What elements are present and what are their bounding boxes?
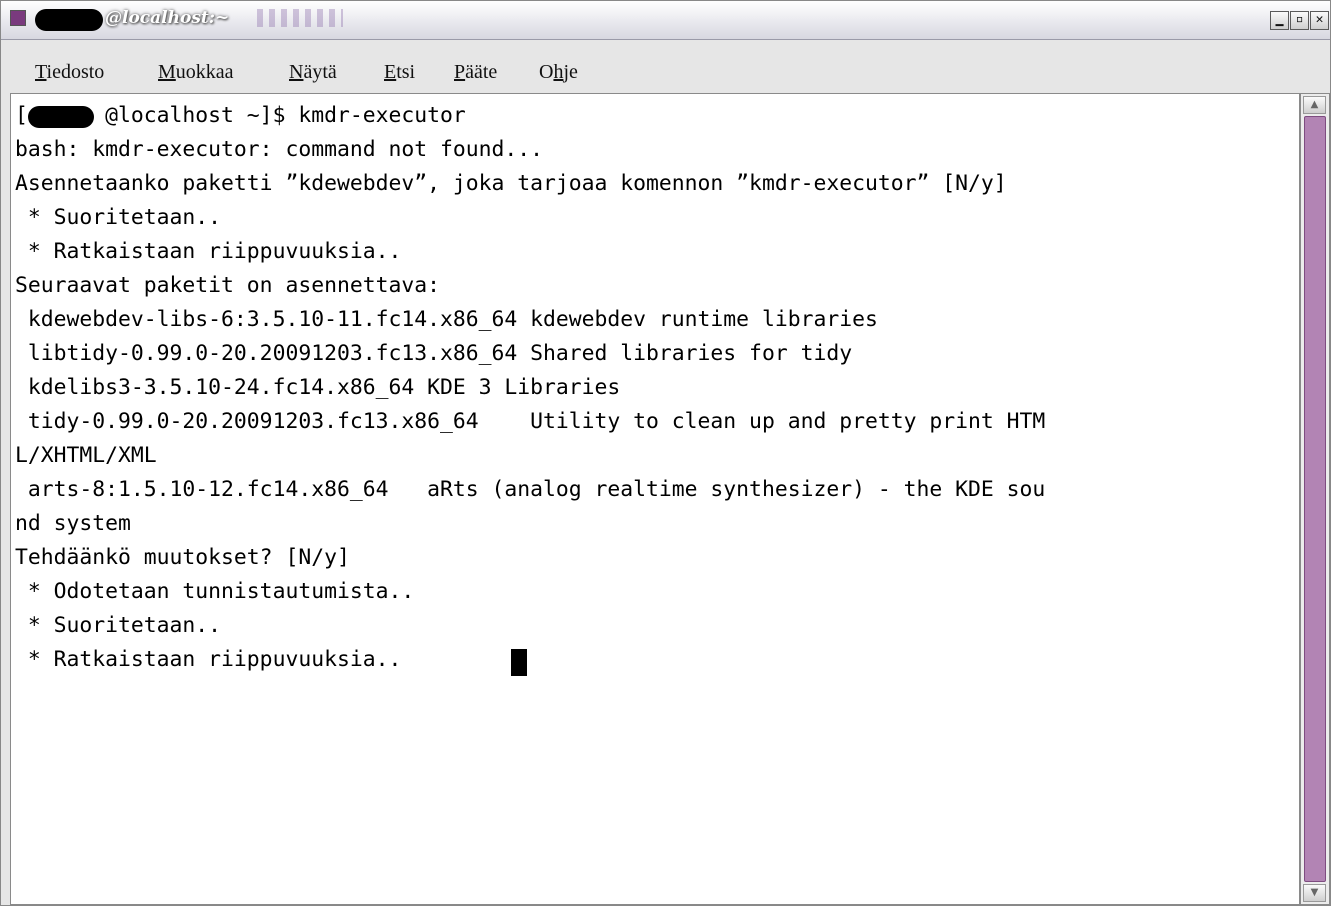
title-bar[interactable]: @localhost:~ ▁ ▫ ✕ [1,1,1330,40]
menu-ohje[interactable]: Ohje [539,61,578,84]
menu-nayta[interactable]: Näytä [289,61,337,84]
close-button[interactable]: ✕ [1310,11,1329,30]
terminal-line: Tehdäänkö muutokset? [N/y] [15,545,350,570]
redacted-username-prompt [28,106,94,128]
redacted-username-title [35,9,103,31]
terminal-line: kdewebdev-libs-6:3.5.10-11.fc14.x86_64 k… [15,307,878,332]
scroll-thumb[interactable] [1304,116,1326,882]
terminal-line: L/XHTML/XML [15,443,157,468]
menu-label: uokkaa [175,61,234,83]
menu-mnemonic: T [35,61,47,83]
window-title: @localhost:~ [105,8,230,28]
scroll-down-arrow-icon[interactable]: ▼ [1303,884,1326,902]
menu-mnemonic: P [454,61,466,83]
menu-paate[interactable]: Pääte [454,61,497,84]
terminal-line: libtidy-0.99.0-20.20091203.fc13.x86_64 S… [15,341,853,366]
text-cursor [511,649,527,676]
menu-bar: Tiedosto Muokkaa Näytä Etsi Pääte Ohje [1,53,1330,93]
terminal-line: Seuraavat paketit on asennettava: [15,273,440,298]
menu-mnemonic: E [384,61,397,83]
menu-label: iedosto [46,61,105,83]
terminal-line: * Ratkaistaan riippuvuuksia.. [15,239,402,264]
terminal-line: * Suoritetaan.. [15,205,222,230]
maximize-button[interactable]: ▫ [1290,11,1309,30]
scroll-up-arrow-icon[interactable]: ▲ [1303,96,1326,114]
menu-mnemonic: N [289,61,304,83]
menu-mnemonic: M [158,61,176,83]
menu-label: O [539,61,554,83]
menu-etsi[interactable]: Etsi [384,61,415,84]
minimize-button[interactable]: ▁ [1270,11,1289,30]
terminal-line: * Odotetaan tunnistautumista.. [15,579,415,604]
title-decoration [257,9,343,27]
terminal-line: * Suoritetaan.. [15,613,222,638]
menu-muokkaa[interactable]: Muokkaa [158,61,234,84]
terminal-line: bash: kmdr-executor: command not found..… [15,137,544,162]
terminal-line: tidy-0.99.0-20.20091203.fc13.x86_64 Util… [15,409,1046,434]
terminal-line: nd system [15,511,131,536]
menu-label: ääte [465,61,498,83]
terminal-line: arts-8:1.5.10-12.fc14.x86_64 aRts (analo… [15,477,1046,502]
menu-label: äytä [303,61,337,83]
vertical-scrollbar[interactable]: ▲ ▼ [1300,93,1330,905]
menu-tiedosto[interactable]: Tiedosto [35,61,104,84]
menu-label: tsi [396,61,416,83]
terminal-line: kdelibs3-3.5.10-24.fc14.x86_64 KDE 3 Lib… [15,375,621,400]
menu-label: je [563,61,578,83]
terminal-window: @localhost:~ ▁ ▫ ✕ Tiedosto Muokkaa Näyt… [0,0,1331,906]
terminal-line: Asennetaanko paketti ”kdewebdev”, joka t… [15,171,1007,196]
terminal-line: * Ratkaistaan riippuvuuksia.. [15,647,402,672]
menu-mnemonic: h [553,61,564,83]
terminal-output[interactable]: [ @localhost ~]$ kmdr-executor bash: kmd… [10,93,1300,905]
window-menu-icon[interactable] [10,10,26,26]
